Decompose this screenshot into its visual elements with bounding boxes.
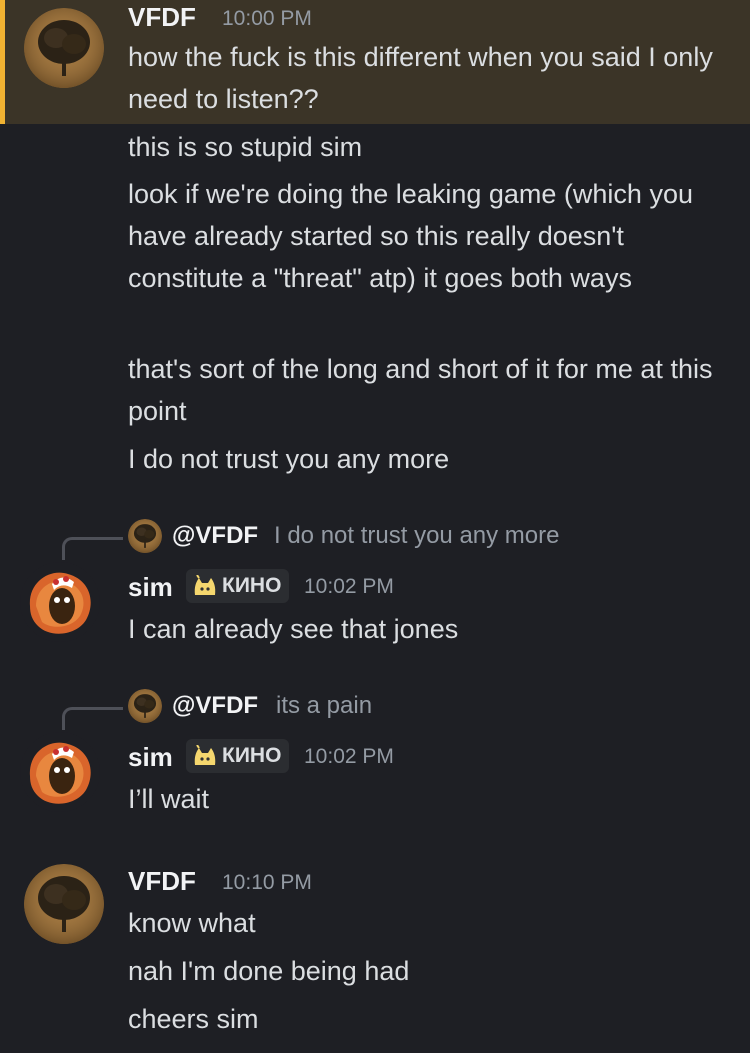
message-text: I can already see that jones	[128, 614, 459, 644]
reply-author[interactable]: @VFDF	[172, 689, 258, 723]
message-text: look if we're doing the leaking game (wh…	[128, 179, 693, 293]
user-avatar-sim[interactable]	[20, 732, 100, 812]
role-tag-label: КИНО	[222, 574, 282, 597]
reply-author[interactable]: @VFDF	[172, 519, 258, 553]
message-text: this is so stupid sim	[128, 132, 363, 162]
tree-avatar-icon	[128, 519, 162, 553]
message-timestamp: 10:02 PM	[304, 745, 394, 768]
user-avatar-sim[interactable]	[20, 562, 100, 642]
message-text: cheers sim	[128, 1004, 259, 1034]
message-author[interactable]: sim	[128, 572, 173, 602]
message-timestamp: 10:00 PM	[222, 7, 312, 30]
message-text: how the fuck is this different when you …	[128, 42, 713, 114]
reply-preview[interactable]: I do not trust you any more	[274, 519, 559, 553]
role-tag[interactable]: КИНО	[186, 739, 290, 773]
reply-avatar	[128, 519, 162, 553]
tree-avatar-icon	[24, 8, 104, 88]
message-text: nah I'm done being had	[128, 956, 410, 986]
message-author[interactable]: sim	[128, 742, 173, 772]
sim-avatar-icon	[20, 732, 100, 812]
message-text: that's sort of the long and short of it …	[128, 354, 713, 426]
reply-connector	[62, 537, 123, 560]
cat-emoji-icon	[192, 745, 218, 767]
tree-avatar-icon	[128, 689, 162, 723]
cat-emoji-icon	[192, 575, 218, 597]
role-tag[interactable]: КИНО	[186, 569, 290, 603]
reply-preview[interactable]: its a pain	[276, 689, 372, 723]
message-author[interactable]: VFDF	[128, 2, 196, 32]
reply-avatar	[128, 689, 162, 723]
role-tag-label: КИНО	[222, 744, 282, 767]
message-author[interactable]: VFDF	[128, 866, 196, 896]
message-text: I’ll wait	[128, 784, 210, 814]
message-text: know what	[128, 908, 256, 938]
tree-avatar-icon	[24, 864, 104, 944]
message-timestamp: 10:10 PM	[222, 871, 312, 894]
mention-highlight-bar	[0, 0, 5, 124]
user-avatar-vfdf[interactable]	[24, 864, 104, 944]
user-avatar-vfdf[interactable]	[24, 8, 104, 88]
reply-connector	[62, 707, 123, 730]
chat-view: VFDF 10:00 PM how the fuck is this diffe…	[0, 0, 750, 1053]
sim-avatar-icon	[20, 562, 100, 642]
message-text: I do not trust you any more	[128, 444, 450, 474]
message-timestamp: 10:02 PM	[304, 575, 394, 598]
